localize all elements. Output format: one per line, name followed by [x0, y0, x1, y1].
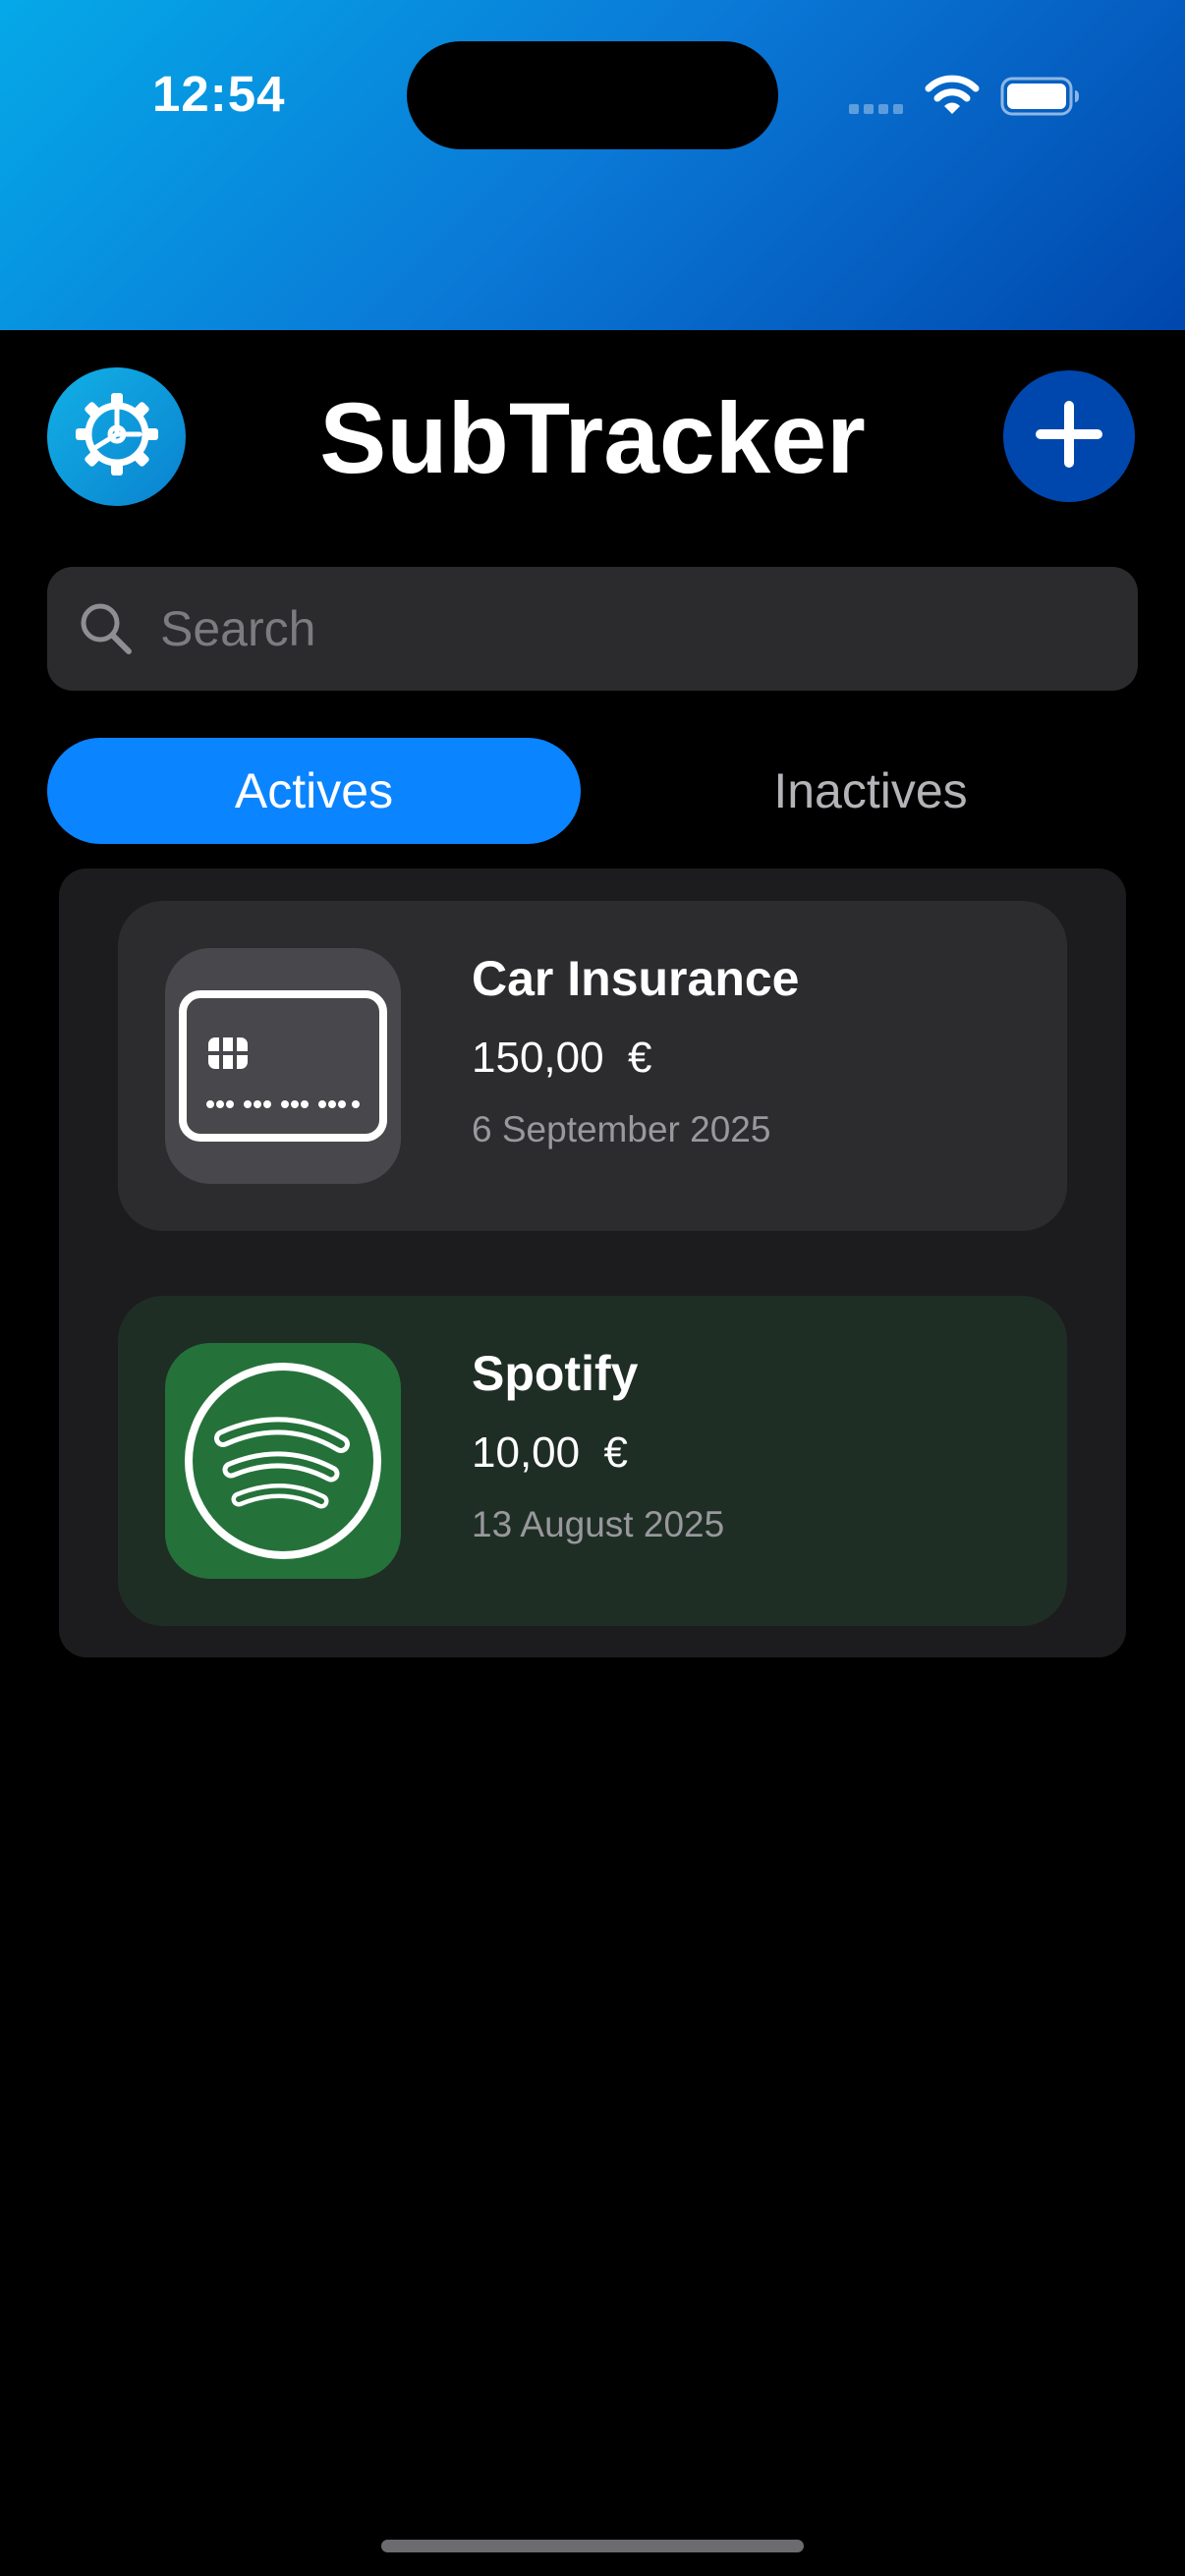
tab-inactives[interactable]: Inactives — [603, 738, 1138, 844]
wifi-icon — [925, 75, 980, 121]
plus-icon — [1035, 400, 1103, 474]
add-subscription-button[interactable] — [1003, 370, 1135, 502]
subscription-date: 6 September 2025 — [472, 1109, 771, 1149]
status-time: 12:54 — [152, 66, 286, 122]
cellular-signal-icon — [849, 104, 903, 114]
home-indicator[interactable] — [381, 2540, 804, 2552]
subscription-price: 150,00 € — [472, 1034, 652, 1082]
subscription-name: Spotify — [472, 1346, 639, 1401]
subscription-name: Car Insurance — [472, 951, 800, 1006]
search-input[interactable] — [160, 599, 1103, 658]
spotify-icon — [165, 1343, 401, 1579]
battery-icon — [1000, 77, 1081, 121]
search-icon — [79, 601, 134, 661]
subscription-date: 13 August 2025 — [472, 1504, 725, 1544]
dynamic-island — [407, 41, 778, 149]
subscription-price: 10,00 € — [472, 1428, 629, 1477]
credit-card-icon — [165, 948, 401, 1184]
status-bar: 12:54 — [0, 0, 1185, 330]
tab-actives[interactable]: Actives — [47, 738, 581, 844]
